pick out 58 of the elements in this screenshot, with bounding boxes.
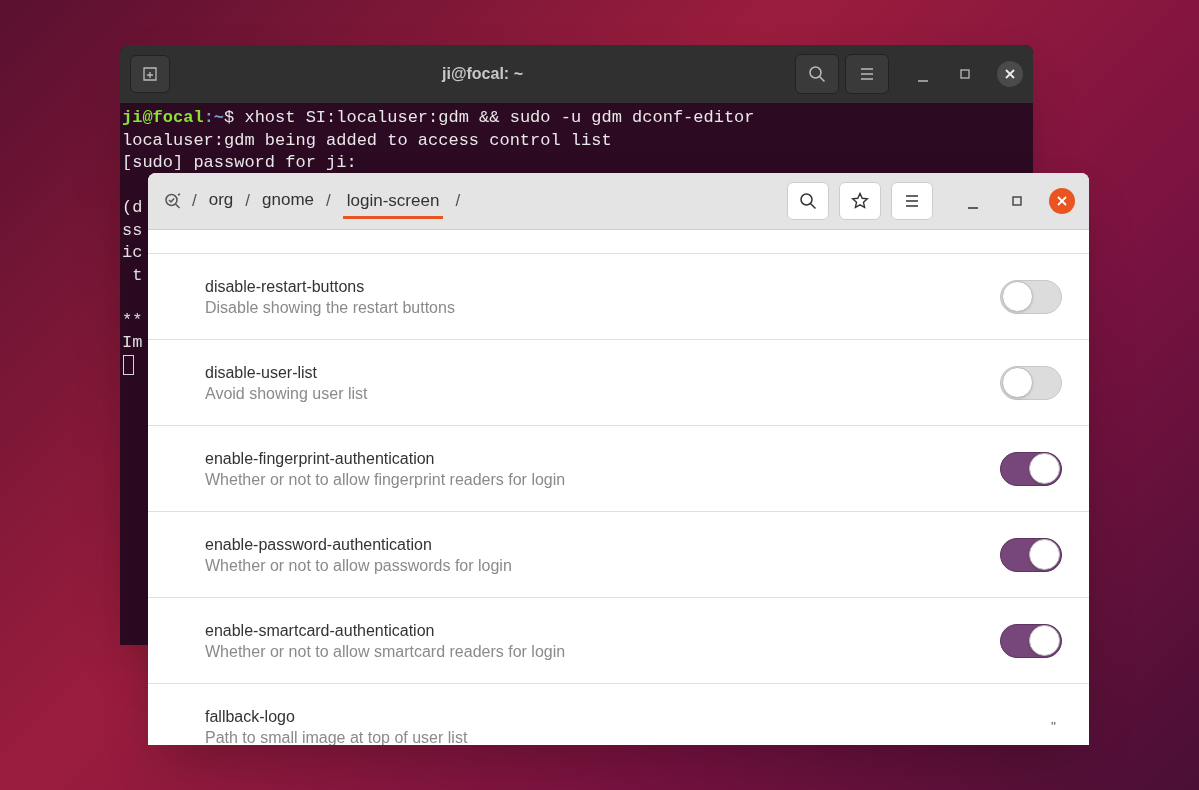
menu-icon [859,68,875,80]
menu-icon [905,195,919,207]
minimize-icon [968,207,978,209]
path-segment[interactable]: login-screen [342,188,444,219]
setting-row[interactable]: enable-password-authentication Whether or not to allow passwords for login [148,512,1089,598]
setting-key: enable-fingerprint-authentication [205,447,1000,469]
path-segment[interactable]: gnome [262,187,315,215]
setting-key: disable-restart-buttons [205,275,1000,297]
setting-row[interactable]: fallback-logo Path to small image at top of user list '' [148,684,1089,745]
terminal-output: Im [122,332,143,354]
setting-description: Whether or not to allow smartcard readers for login [205,641,567,662]
search-icon [808,65,826,83]
bookmark-button[interactable] [839,182,881,220]
toggle-switch[interactable] [1000,451,1062,486]
close-icon [1057,196,1067,206]
path-separator: / [455,190,461,213]
setting-key: fallback-logo [205,705,1052,727]
terminal-output: ss [122,219,143,242]
setting-key: disable-user-list [205,361,1000,383]
setting-row[interactable]: enable-smartcard-authentication Whether or not to allow smartcard readers for login [148,598,1089,684]
new-tab-button[interactable] [130,55,170,93]
path-separator: / [326,190,331,213]
toggle-switch[interactable] [1000,537,1062,572]
setting-description: Avoid showing user list [205,383,369,404]
new-tab-icon [142,66,158,82]
path-segment[interactable]: org [208,187,234,215]
setting-description: Path to small image at top of user list [205,727,469,745]
setting-description: Whether or not to allow passwords for login [205,555,513,576]
setting-row[interactable]: disable-restart-buttons Disable showing the restart buttons [148,254,1089,340]
setting-description: Disable showing the restart buttons [205,297,456,318]
setting-row[interactable]: disable-user-list Avoid showing user list [148,340,1089,426]
setting-row[interactable]: enable-fingerprint-authentication Whether or not to allow fingerprint readers for login [148,426,1089,512]
maximize-icon [1012,196,1022,206]
terminal-output: t [131,264,143,287]
toggle-switch[interactable] [1000,623,1062,658]
terminal-output: [sudo] password for ji: [122,152,357,174]
maximize-icon [960,69,970,79]
path-separator: / [192,190,197,213]
search-icon [799,192,817,210]
path-separator: / [245,190,251,213]
close-button[interactable] [997,61,1023,87]
terminal-output: ic [122,242,143,264]
terminal-output: (d [122,197,143,219]
star-icon [851,192,869,210]
close-icon [1005,69,1015,79]
menu-button[interactable] [845,54,889,94]
setting-description: Whether or not to allow fingerprint readers for login [205,469,567,490]
search-button[interactable] [795,54,839,94]
setting-value: '' [1051,717,1056,736]
setting-key: enable-password-authentication [205,533,1000,555]
terminal-output: ** [122,309,143,332]
search-check-icon [164,192,182,210]
terminal-output: localuser:gdm being added to access control list [122,129,612,152]
setting-key: enable-smartcard-authentication [205,619,1000,641]
window-title: ji@focal: ~ [442,64,523,84]
minimize-icon [918,80,928,82]
command-line: ji@focal:~$ xhost SI:localuser:gdm && sudo -u gdm dconf-editor [122,107,756,129]
cursor-block [123,354,134,375]
